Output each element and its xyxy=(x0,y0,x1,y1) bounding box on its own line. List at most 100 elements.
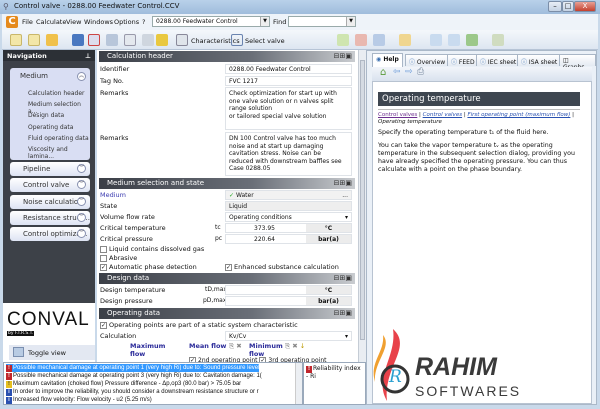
tab-iec-sheet[interactable]: ⓘ IEC sheet xyxy=(476,54,521,66)
message-item[interactable]: ! Maximum cavitation (choked flow) Pressu… xyxy=(6,380,241,388)
breadcrumb-current: Operating temperature xyxy=(378,118,442,125)
calculator-icon[interactable] xyxy=(492,34,504,46)
export-icon[interactable] xyxy=(448,34,460,46)
undo-icon[interactable] xyxy=(142,34,154,46)
medium-label[interactable]: Medium xyxy=(100,191,126,199)
forward-icon[interactable]: ⇨ xyxy=(405,67,413,77)
tab-help[interactable]: ◉ Help xyxy=(372,53,403,67)
nav-group-noise-calculation[interactable]: Noise calculation ︾ xyxy=(10,195,90,209)
nav-group-control-valve[interactable]: Control valve ︾ xyxy=(10,178,90,192)
new-from-template-icon[interactable] xyxy=(28,34,40,46)
open-folder-icon[interactable] xyxy=(46,34,58,46)
identifier-input[interactable]: 0288.00 Feedwater Control xyxy=(225,64,352,74)
section-buttons[interactable]: ⊟⊞▣ xyxy=(334,52,352,60)
chevron-down-icon: ▼ xyxy=(260,17,269,26)
find-input[interactable]: ▼ xyxy=(288,16,356,27)
characteristics-icon[interactable] xyxy=(176,34,188,46)
select-valve-button[interactable]: Select valve xyxy=(245,37,285,45)
tab-graphs[interactable]: ◫ Graphs xyxy=(559,54,596,71)
section-buttons[interactable]: ⊟⊞▣ xyxy=(334,309,352,317)
tag-label: Tag No. xyxy=(100,77,124,85)
message-item[interactable]: i Increased flow velocity: Flow velocity … xyxy=(6,396,152,404)
conval-app-icon[interactable]: C xyxy=(6,16,18,28)
unit: °C xyxy=(306,286,351,294)
menu-help[interactable]: ? xyxy=(142,18,145,26)
remarks-textarea[interactable]: Check optimization for start up with one… xyxy=(225,87,352,130)
more-icon[interactable]: ... xyxy=(342,191,348,200)
copy-delete-icons[interactable]: ⎘ ✖ xyxy=(229,342,242,351)
pin-icon[interactable]: ⊥ xyxy=(85,52,91,60)
tag-input[interactable]: FVC 1217 xyxy=(225,76,352,86)
message-item[interactable]: i In order to improve the reliability, yo… xyxy=(6,388,259,396)
image-icon[interactable] xyxy=(466,34,478,46)
print-preview-icon[interactable] xyxy=(124,34,136,46)
static-characteristic-checkbox[interactable]: ✓ Operating points are part of a static s… xyxy=(100,321,298,329)
menu-view[interactable]: View xyxy=(66,18,81,26)
calculation-select[interactable]: Kv/Cv ▾ xyxy=(225,331,352,341)
medium-field[interactable]: ✓ Water... xyxy=(225,190,352,200)
print-icon[interactable] xyxy=(106,34,118,46)
tab-overview[interactable]: ⓘ Overview xyxy=(405,54,450,66)
scrollbar-thumb[interactable] xyxy=(360,60,365,340)
tab-feed[interactable]: ⓘ FEED xyxy=(447,54,479,66)
menu-windows[interactable]: Windows xyxy=(84,18,113,26)
message-scrollbar[interactable] xyxy=(295,363,302,404)
copy-delete-icons[interactable]: ⎘ ✖ ↓ xyxy=(285,342,305,351)
toggle-view-button[interactable]: Toggle view xyxy=(9,345,95,360)
nav-group-pipeline[interactable]: Pipeline ︾ xyxy=(10,162,90,176)
nav-group-label[interactable]: Medium xyxy=(20,72,48,80)
import-icon[interactable] xyxy=(430,34,442,46)
breadcrumb-link[interactable]: First operating point (maximum flow) xyxy=(467,112,570,118)
tab-isa-sheet[interactable]: ⓘ ISA sheet xyxy=(517,54,562,66)
print-icon[interactable]: ⎙ xyxy=(417,67,424,77)
nav-item-viscosity[interactable]: Viscosity and lamina... xyxy=(28,146,90,160)
design-temperature-input[interactable]: °C xyxy=(225,285,352,295)
close-file-icon[interactable] xyxy=(88,34,100,46)
back-icon[interactable]: ⇦ xyxy=(393,67,401,77)
section-buttons[interactable]: ⊟⊞▣ xyxy=(334,274,352,282)
edit-icon[interactable] xyxy=(373,34,385,46)
select-valve-icon[interactable] xyxy=(231,34,243,46)
section-title: Operating data xyxy=(107,309,160,317)
nav-item-calculation-header[interactable]: Calculation header xyxy=(28,90,85,97)
home-icon[interactable]: ⌂ xyxy=(380,67,386,78)
navigation-header: Navigation ⊥ xyxy=(3,50,95,61)
auto-phase-checkbox[interactable]: ✓ Automatic phase detection xyxy=(100,263,197,271)
section-buttons[interactable]: ⊟⊞▣ xyxy=(334,179,352,187)
message-item[interactable]: ! Possible mechanical damage at operating… xyxy=(6,372,262,380)
menu-options[interactable]: Options xyxy=(114,18,139,26)
design-pressure-input[interactable]: bar(a) xyxy=(225,296,352,306)
dissolved-gas-checkbox[interactable]: Liquid contains dissolved gas xyxy=(100,245,204,253)
nav-group-resistance-structures[interactable]: Resistance struct... ︾ xyxy=(10,211,90,225)
remarks2-textarea[interactable]: DN 100 Control valve has too much noise … xyxy=(225,132,352,176)
breadcrumb-link[interactable]: Control valves xyxy=(378,112,417,118)
project-combo[interactable]: 0288.00 Feedwater Control ▼ xyxy=(152,16,270,27)
nav-item-design-data[interactable]: Design data xyxy=(28,112,64,119)
form-scrollbar[interactable] xyxy=(358,50,366,362)
conval-logo: CONVAL by F.I.R.S.T. Toggle view xyxy=(3,303,95,363)
notes-icon[interactable] xyxy=(399,34,411,46)
calculate-icon[interactable] xyxy=(156,34,168,46)
remove-row-icon[interactable] xyxy=(355,34,367,46)
nav-item-operating-data[interactable]: Operating data xyxy=(28,124,73,131)
add-row-icon[interactable] xyxy=(337,34,349,46)
volume-flow-rate-select[interactable]: Operating conditions ▾ xyxy=(225,212,352,222)
breadcrumb-link[interactable]: Control valves xyxy=(423,112,462,118)
minimize-button[interactable]: – xyxy=(548,1,562,12)
menu-file[interactable]: File xyxy=(22,18,33,26)
nav-item-fluid-operating-data[interactable]: Fluid operating data xyxy=(28,135,89,142)
message-item[interactable]: ! Possible mechanical damage at operating… xyxy=(6,364,260,372)
calculation-label: Calculation xyxy=(100,332,137,340)
new-icon[interactable] xyxy=(10,34,22,46)
logo-subtext: by F.I.R.S.T. xyxy=(7,331,35,336)
maximize-button[interactable]: □ xyxy=(562,1,574,12)
chevron-up-icon[interactable]: ︽ xyxy=(77,72,86,81)
close-button[interactable]: X xyxy=(574,1,596,12)
nav-group-control-optimization[interactable]: Control optimiza... ︾ xyxy=(10,227,90,241)
save-icon[interactable] xyxy=(72,34,84,46)
menu-calculate[interactable]: Calculate xyxy=(36,18,66,26)
abrasive-checkbox[interactable]: Abrasive xyxy=(100,254,137,262)
reliability-item[interactable]: ! Reliability index - Ri xyxy=(306,365,364,380)
window-title: Control valve - 0288.00 Feedwater Contro… xyxy=(14,2,180,10)
enhanced-substance-checkbox[interactable]: ✓ Enhanced substance calculation xyxy=(225,263,339,271)
